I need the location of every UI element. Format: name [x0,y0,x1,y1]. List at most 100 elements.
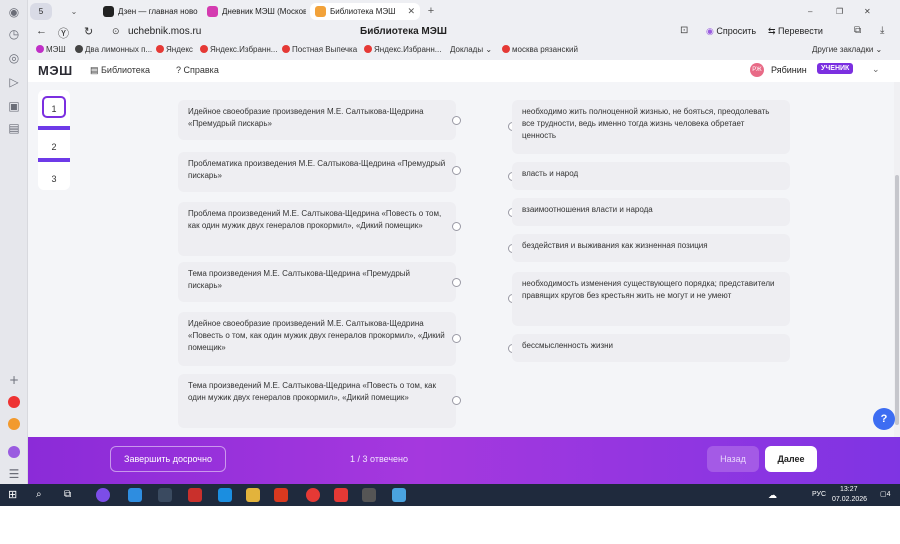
language-indicator[interactable]: РУС [812,491,826,498]
lock-icon: ⊙ [112,26,120,36]
avatar[interactable]: РЖ [750,63,764,77]
clock-time[interactable]: 13:27 [840,486,858,493]
tab-library[interactable]: Библиотека МЭШ ✕ [310,3,420,20]
step-divider [38,126,70,130]
nav-library[interactable]: ▤ Библиотека [90,65,150,76]
translate-icon: ⇆ [768,26,779,36]
back-icon[interactable]: ← [36,25,47,37]
maximize-icon[interactable]: ❐ [836,3,850,20]
photos-icon[interactable] [392,488,406,502]
left-connector[interactable] [452,222,461,231]
bookmark-moscow[interactable]: москва рязанский [502,45,578,54]
messenger-icon[interactable]: ◎ [6,50,22,66]
clock-date[interactable]: 07.02.2026 [832,496,867,503]
right-item[interactable]: необходимость изменения существующего по… [512,272,790,326]
yandex-icon[interactable]: Ⓨ [58,25,69,41]
app-orange-icon[interactable] [6,418,22,434]
gift-icon[interactable] [188,488,202,502]
bookmark-yandex-fav-2[interactable]: Яндекс.Избранн... [364,45,441,54]
skype-icon[interactable] [218,488,232,502]
yandex-icon [364,45,372,53]
left-connector[interactable] [452,278,461,287]
add-panel-icon[interactable]: + [6,372,22,388]
tab-list-chevron[interactable]: ⌄ [56,3,92,20]
back-button[interactable]: Назад [707,446,759,472]
left-connector[interactable] [452,116,461,125]
notification-icon[interactable]: ▢4 [880,490,891,498]
tab-dzen[interactable]: Дзен — главная новостей [98,3,198,20]
bookmark-reports[interactable]: Доклады ⌄ [450,45,492,54]
new-tab-button[interactable]: + [424,3,438,20]
url-field[interactable]: uchebnik.mos.ru [128,26,201,37]
alice-icon[interactable]: ◉ [6,4,22,20]
right-item[interactable]: бессмысленность жизни [512,334,790,362]
app-red-icon[interactable] [6,396,22,412]
right-item[interactable]: власть и народ [512,162,790,190]
collections-icon[interactable]: ▣ [6,98,22,114]
chevron-down-icon[interactable]: ⌄ [872,64,880,75]
tab-diary[interactable]: Дневник МЭШ (Москов... [202,3,306,20]
app-d-icon[interactable] [362,488,376,502]
download-icon[interactable]: ⤓ [880,25,884,36]
left-connector[interactable] [452,396,461,405]
left-connector[interactable] [452,166,461,175]
alice-taskbar-icon[interactable] [96,488,110,502]
history-icon[interactable]: ◷ [6,26,22,42]
nav-help[interactable]: ? Справка [176,65,219,75]
bookmarks-bar: МЭШ Два лимонных п... Яндекс Яндекс.Избр… [28,43,900,60]
translate-button[interactable]: ⇆ Перевести [768,26,823,37]
right-item[interactable]: бездействия и выживания как жизненная по… [512,234,790,262]
next-button[interactable]: Далее [765,446,817,472]
office-icon[interactable] [274,488,288,502]
scrollbar-thumb[interactable] [895,175,899,425]
left-item[interactable]: Тема произведений М.Е. Салтыкова-Щедрина… [178,374,456,428]
minimize-icon[interactable]: – [808,3,822,20]
sidebar-settings-icon[interactable]: ☰ [6,466,22,482]
username[interactable]: Рябинин [771,65,807,75]
left-item[interactable]: Тема произведения М.Е. Салтыкова-Щедрина… [178,262,456,302]
app-header: МЭШ ▤ Библиотека ? Справка РЖ Рябинин УЧ… [28,60,900,82]
right-item[interactable]: взаимоотношения власти и народа [512,198,790,226]
store-icon[interactable] [158,488,172,502]
answered-counter: 1 / 3 отвечено [350,454,408,464]
video-icon[interactable]: ▷ [6,74,22,90]
yandex-app-icon[interactable] [334,488,348,502]
left-item[interactable]: Идейное своеобразие произведений М.Е. Са… [178,312,456,366]
extensions-icon[interactable]: ⧉ [854,25,861,36]
task-content: 1 2 3 Идейное своеобразие произведения М… [28,82,894,437]
yandex-browser-icon[interactable] [306,488,320,502]
bookmark-baking[interactable]: Постная Выпечка [282,45,357,54]
library-icon [315,6,326,17]
left-connector[interactable] [452,334,461,343]
mesh-logo[interactable]: МЭШ [38,63,73,78]
bookmark-mesh[interactable]: МЭШ [36,45,66,54]
explorer-icon[interactable] [246,488,260,502]
bookmark-icon[interactable]: ⊡ [680,25,688,36]
ask-button[interactable]: ◉ Спросить [706,26,756,37]
windows-start-icon[interactable]: ⊞ [8,488,22,502]
close-tab-icon[interactable]: ✕ [407,3,415,20]
search-icon[interactable]: ⌕ [36,488,50,502]
app-purple-icon[interactable] [6,446,22,462]
address-bar-row: ← Ⓨ ↻ ⊙ uchebnik.mos.ru Библиотека МЭШ ⊡… [28,22,900,42]
edge-icon[interactable] [128,488,142,502]
notes-icon[interactable]: ▤ [6,120,22,136]
tray-icons[interactable]: ☁ ⌂ ◢ ◀ [768,488,782,542]
step-2[interactable]: 2 [42,136,66,158]
finish-early-button[interactable]: Завершить досрочно [110,446,226,472]
other-bookmarks[interactable]: Другие закладки ⌄ [812,45,882,54]
bookmark-lemons[interactable]: Два лимонных п... [75,45,152,54]
step-1[interactable]: 1 [42,96,66,118]
bookmark-yandex-fav[interactable]: Яндекс.Избранн... [200,45,277,54]
reload-icon[interactable]: ↻ [84,25,93,38]
right-item[interactable]: необходимо жить полноценной жизнью, не б… [512,100,790,154]
left-item[interactable]: Идейное своеобразие произведения М.Е. Са… [178,100,456,140]
help-button[interactable]: ? [873,408,895,430]
step-3[interactable]: 3 [42,168,66,190]
tab-counter[interactable]: 5 [30,3,52,20]
left-item[interactable]: Проблематика произведения М.Е. Салтыкова… [178,152,456,192]
task-view-icon[interactable]: ⧉ [64,488,78,502]
left-item[interactable]: Проблема произведений М.Е. Салтыкова-Щед… [178,202,456,256]
bookmark-yandex[interactable]: Яндекс [156,45,193,54]
window-close-icon[interactable]: ✕ [864,3,878,20]
